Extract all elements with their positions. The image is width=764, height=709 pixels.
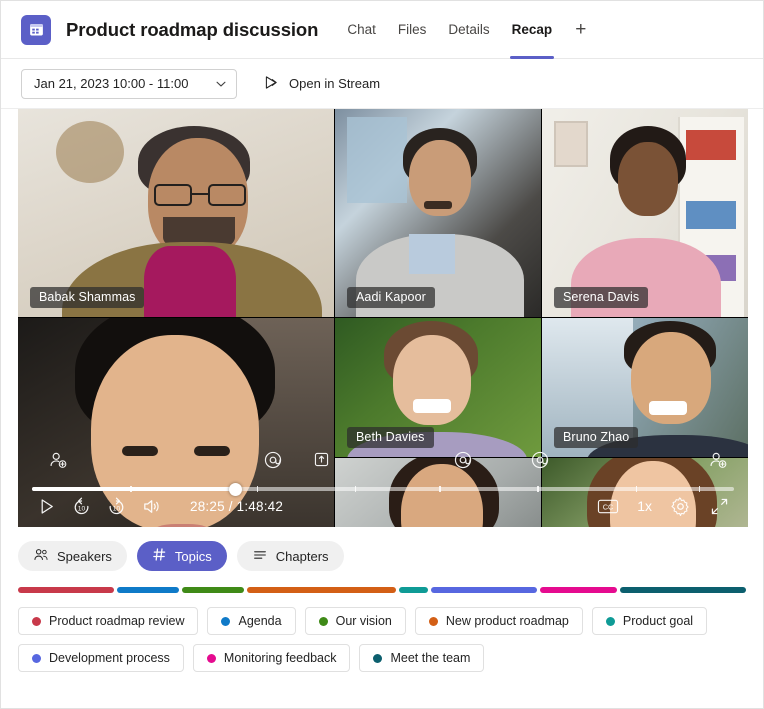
play-icon[interactable] bbox=[36, 496, 57, 517]
topic-chip-label: Our vision bbox=[336, 614, 392, 628]
topic-chip[interactable]: Development process bbox=[18, 644, 184, 672]
participant-photo bbox=[542, 109, 748, 317]
filter-chapters-label: Chapters bbox=[276, 549, 329, 564]
topic-chip-label: Development process bbox=[49, 651, 170, 665]
topic-color-dot bbox=[207, 654, 216, 663]
participant-name: Serena Davis bbox=[554, 287, 648, 308]
rewind-10-icon[interactable]: 10 bbox=[71, 496, 92, 517]
app-header: Product roadmap discussion Chat Files De… bbox=[1, 1, 763, 59]
share-screen-icon[interactable] bbox=[312, 450, 331, 469]
stream-play-icon bbox=[263, 74, 280, 94]
topic-color-dot bbox=[221, 617, 230, 626]
video-tile-serena[interactable]: Serena Davis bbox=[542, 109, 748, 317]
tab-details[interactable]: Details bbox=[437, 1, 500, 59]
svg-text:10: 10 bbox=[78, 505, 86, 512]
page-title: Product roadmap discussion bbox=[66, 19, 318, 41]
people-icon bbox=[33, 547, 49, 566]
playback-speed-button[interactable]: 1x bbox=[637, 498, 652, 514]
topic-legend: Product roadmap review Agenda Our vision Ne… bbox=[1, 593, 763, 681]
participant-name: Bruno Zhao bbox=[554, 427, 638, 448]
expand-icon[interactable] bbox=[709, 496, 730, 517]
participant-photo bbox=[18, 109, 334, 317]
topic-color-dot bbox=[373, 654, 382, 663]
chevron-down-icon bbox=[214, 77, 228, 91]
topic-color-dot bbox=[32, 654, 41, 663]
participant-photo bbox=[335, 109, 541, 317]
topic-color-dot bbox=[319, 617, 328, 626]
mention-icon[interactable] bbox=[453, 450, 473, 470]
video-stage[interactable]: Babak Shammas Aadi Kapoor bbox=[18, 109, 748, 527]
topic-color-dot bbox=[429, 617, 438, 626]
tab-files[interactable]: Files bbox=[387, 1, 438, 59]
topic-color-dot bbox=[32, 617, 41, 626]
open-in-stream-button[interactable]: Open in Stream bbox=[257, 69, 386, 99]
topic-chip-label: New product roadmap bbox=[446, 614, 569, 628]
list-icon bbox=[252, 547, 268, 566]
topic-chip-label: Product roadmap review bbox=[49, 614, 184, 628]
time-display: 28:25 / 1:48:42 bbox=[190, 499, 283, 514]
cc-icon[interactable]: CC bbox=[597, 498, 619, 515]
filter-chip-row: Speakers Topics Chapters bbox=[1, 527, 763, 571]
recap-toolbar: Jan 21, 2023 10:00 - 11:00 Open in Strea… bbox=[1, 59, 763, 109]
add-tab-button[interactable]: + bbox=[563, 1, 598, 59]
meeting-date-select[interactable]: Jan 21, 2023 10:00 - 11:00 bbox=[21, 69, 237, 99]
topic-row: Product roadmap review Agenda Our vision Ne… bbox=[18, 607, 746, 635]
tab-bar: Chat Files Details Recap + bbox=[336, 1, 598, 59]
tab-chat[interactable]: Chat bbox=[336, 1, 387, 59]
topic-chip[interactable]: Product goal bbox=[592, 607, 707, 635]
player-controls: 10 10 bbox=[18, 491, 748, 521]
filter-speakers-label: Speakers bbox=[57, 549, 112, 564]
topic-chip-label: Monitoring feedback bbox=[224, 651, 337, 665]
topic-chip[interactable]: New product roadmap bbox=[415, 607, 583, 635]
hash-icon bbox=[152, 547, 167, 565]
topic-chip-label: Product goal bbox=[623, 614, 693, 628]
svg-text:10: 10 bbox=[113, 505, 121, 512]
participant-name: Beth Davies bbox=[347, 427, 434, 448]
topic-chip[interactable]: Monitoring feedback bbox=[193, 644, 351, 672]
video-tile-aadi[interactable]: Aadi Kapoor bbox=[335, 109, 541, 317]
tab-recap[interactable]: Recap bbox=[501, 1, 564, 59]
participant-name: Aadi Kapoor bbox=[347, 287, 435, 308]
topic-chip[interactable]: Meet the team bbox=[359, 644, 484, 672]
calendar-icon bbox=[21, 15, 51, 45]
open-in-stream-label: Open in Stream bbox=[289, 76, 380, 91]
participant-name: Babak Shammas bbox=[30, 287, 144, 308]
topic-chip[interactable]: Agenda bbox=[207, 607, 295, 635]
meeting-date-value: Jan 21, 2023 10:00 - 11:00 bbox=[34, 76, 188, 91]
video-tile-bruno[interactable]: Bruno Zhao bbox=[542, 318, 748, 457]
filter-speakers[interactable]: Speakers bbox=[18, 541, 127, 571]
filter-topics-label: Topics bbox=[175, 549, 212, 564]
video-stage-wrap: Babak Shammas Aadi Kapoor bbox=[1, 109, 763, 527]
topic-color-dot bbox=[606, 617, 615, 626]
add-person-icon[interactable] bbox=[48, 450, 68, 470]
filter-topics[interactable]: Topics bbox=[137, 541, 227, 571]
teams-recap-window: Product roadmap discussion Chat Files De… bbox=[0, 0, 764, 709]
filter-chapters[interactable]: Chapters bbox=[237, 541, 344, 571]
topic-chip-label: Agenda bbox=[238, 614, 281, 628]
topic-chip-label: Meet the team bbox=[390, 651, 470, 665]
topic-chip[interactable]: Product roadmap review bbox=[18, 607, 198, 635]
svg-text:CC: CC bbox=[603, 502, 614, 511]
add-person-icon[interactable] bbox=[708, 450, 728, 470]
video-tile-babak[interactable]: Babak Shammas bbox=[18, 109, 334, 317]
mention-icon[interactable] bbox=[530, 450, 550, 470]
forward-10-icon[interactable]: 10 bbox=[106, 496, 127, 517]
gear-icon[interactable] bbox=[670, 496, 691, 517]
video-tile-beth[interactable]: Beth Davies bbox=[335, 318, 541, 457]
volume-icon[interactable] bbox=[141, 496, 162, 517]
mention-icon[interactable] bbox=[263, 450, 283, 470]
topic-chip[interactable]: Our vision bbox=[305, 607, 406, 635]
topic-row: Development process Monitoring feedback Me… bbox=[18, 644, 746, 672]
